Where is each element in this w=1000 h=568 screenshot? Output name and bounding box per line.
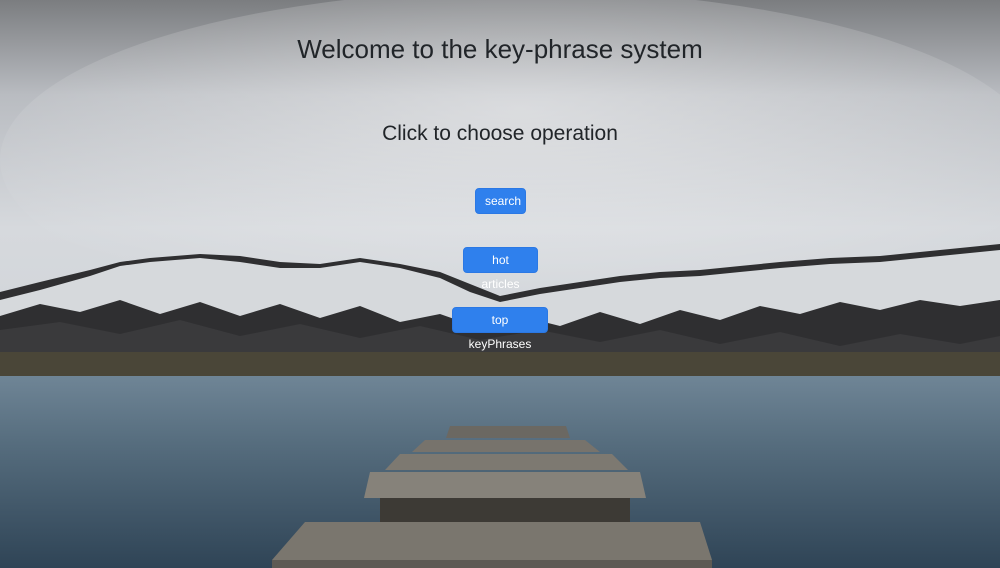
main-content: Welcome to the key-phrase system Click t… <box>0 0 1000 568</box>
search-button[interactable]: search <box>475 188 526 214</box>
page-subtitle: Click to choose operation <box>382 122 618 145</box>
page-title: Welcome to the key-phrase system <box>297 34 703 64</box>
hot-articles-button[interactable]: hot articles <box>463 247 538 291</box>
top-keyphrases-button[interactable]: top keyPhrases <box>452 307 548 351</box>
